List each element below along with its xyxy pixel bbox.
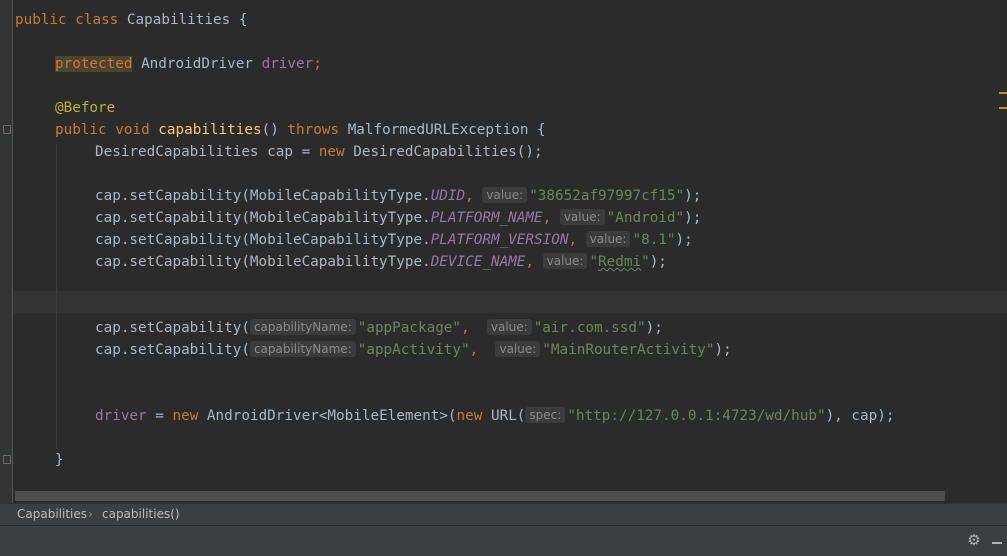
parameter-hint: capabilityName:: [249, 341, 356, 357]
parameter-hint: value:: [542, 253, 588, 269]
status-bar: ⚙: [0, 525, 1007, 556]
code-line-method-decl[interactable]: public void capabilities() throws Malfor…: [55, 119, 546, 141]
code-line-field[interactable]: protected AndroidDriver driver;: [55, 53, 322, 75]
minimize-icon-glyph: [992, 542, 1002, 544]
fold-marker-icon[interactable]: [3, 455, 11, 464]
breadcrumb: Capabilities › capabilities(): [0, 503, 1007, 525]
code-line-class-decl[interactable]: public class Capabilities {: [15, 9, 247, 31]
code-line-cap-decl[interactable]: DesiredCapabilities cap = new DesiredCap…: [95, 141, 543, 163]
gear-icon[interactable]: ⚙: [965, 531, 983, 549]
parameter-hint: value:: [486, 319, 532, 335]
breadcrumb-method[interactable]: capabilities(): [102, 504, 180, 525]
parameter-hint: value:: [482, 187, 528, 203]
parameter-hint: value:: [585, 231, 631, 247]
code-line-close-brace[interactable]: }: [55, 449, 64, 471]
code-line-set-app-package[interactable]: cap.setCapability(capabilityName: "appPac…: [95, 317, 663, 339]
code-line-driver-init[interactable]: driver = new AndroidDriver<MobileElement…: [95, 405, 894, 427]
parameter-hint: value:: [495, 341, 541, 357]
editor-gutter[interactable]: [0, 0, 12, 503]
spelling-warning[interactable]: Redmi: [598, 254, 641, 270]
parameter-hint: value:: [559, 209, 605, 225]
breadcrumb-separator: ›: [88, 507, 93, 521]
indent-guide: [56, 144, 57, 449]
parameter-hint: capabilityName:: [249, 319, 356, 335]
code-line-set-platform-version[interactable]: cap.setCapability(MobileCapabilityType.P…: [95, 229, 693, 251]
horizontal-scrollbar-thumb[interactable]: [15, 491, 945, 501]
code-line-set-device-name[interactable]: cap.setCapability(MobileCapabilityType.D…: [95, 251, 667, 273]
code-line-set-app-activity[interactable]: cap.setCapability(capabilityName: "appAct…: [95, 339, 732, 361]
error-stripe-marker[interactable]: [999, 107, 1007, 109]
breadcrumb-class[interactable]: Capabilities: [17, 504, 87, 525]
error-stripe-marker[interactable]: [999, 92, 1007, 94]
parameter-hint: spec:: [525, 407, 566, 423]
code-line-set-platform-name[interactable]: cap.setCapability(MobileCapabilityType.P…: [95, 207, 701, 229]
gutter-divider: [12, 0, 13, 503]
fold-marker-icon[interactable]: [3, 125, 11, 134]
code-line-set-udid[interactable]: cap.setCapability(MobileCapabilityType.U…: [95, 185, 701, 207]
current-line-highlight: [13, 291, 1007, 313]
code-line-annotation[interactable]: @Before: [55, 97, 115, 119]
code-editor[interactable]: public class Capabilities { protected An…: [0, 0, 1007, 503]
minimize-icon[interactable]: [988, 531, 1006, 549]
